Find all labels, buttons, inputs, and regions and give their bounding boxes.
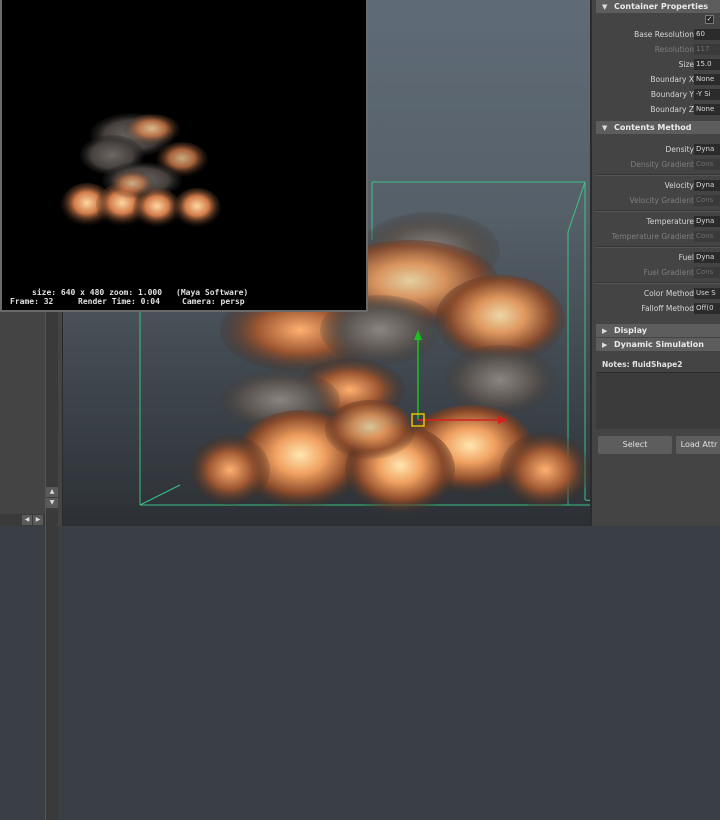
attribute-label: Color Method (643, 289, 694, 298)
attribute-label: Size (678, 60, 694, 69)
vertical-scrollbar[interactable]: ▲ ▼ (45, 312, 58, 820)
row-separator (596, 246, 720, 248)
attribute-row: Boundary Y -Y Si (596, 88, 720, 101)
attribute-field: Cons (694, 231, 720, 242)
scroll-up-icon[interactable]: ▲ (46, 487, 58, 497)
attribute-label: Boundary X (650, 75, 694, 84)
left-panel: ▲ ▼ ◀ ▶ (0, 312, 63, 820)
attribute-field[interactable]: Dyna (694, 252, 720, 263)
attribute-row: Density Dyna (596, 143, 720, 156)
attribute-field: Cons (694, 267, 720, 278)
attribute-row: Boundary Z None (596, 103, 720, 116)
attribute-field[interactable]: Dyna (694, 216, 720, 227)
row-separator (596, 282, 720, 284)
render-time: Render Time: 0:04 (78, 297, 160, 306)
render-info-bar: size: 640 x 480 zoom: 1.000 (Maya Softwa… (2, 286, 368, 310)
notes-label: Notes: fluidShape2 (602, 360, 683, 369)
section-container-properties[interactable]: ▼ Container Properties (596, 0, 720, 13)
attribute-row: Base Resolution 60 (596, 28, 720, 41)
attribute-label: Base Resolution (634, 30, 694, 39)
render-frame: Frame: 32 (10, 297, 54, 306)
render-size-zoom: size: 640 x 480 zoom: 1.000 (32, 288, 163, 297)
load-attributes-button[interactable]: Load Attr (676, 436, 720, 454)
render-camera: Camera: persp (182, 297, 245, 306)
attribute-field[interactable]: Dyna (694, 180, 720, 191)
section-contents-method[interactable]: ▼ Contents Method (596, 121, 720, 134)
attribute-label: Falloff Method (641, 304, 694, 313)
attribute-field[interactable]: None (694, 104, 720, 115)
render-view-window[interactable]: size: 640 x 480 zoom: 1.000 (Maya Softwa… (0, 0, 368, 312)
attribute-row: Velocity Gradient Cons (596, 194, 720, 207)
attribute-field[interactable]: None (694, 74, 720, 85)
attribute-label: Fuel (678, 253, 694, 262)
attribute-field[interactable]: -Y Si (694, 89, 720, 100)
attribute-row: Density Gradient Cons (596, 158, 720, 171)
row-separator (596, 210, 720, 212)
attribute-field: Cons (694, 195, 720, 206)
render-image (61, 113, 221, 228)
attribute-row: Temperature Dyna (596, 215, 720, 228)
attribute-field[interactable]: 60 (694, 29, 720, 40)
attribute-row: Resolution 117 (596, 43, 720, 56)
attribute-label: Fuel Gradient (643, 268, 694, 277)
attribute-field: 117 (694, 44, 720, 55)
attribute-label: Boundary Z (650, 105, 694, 114)
keep-checkbox[interactable]: ✓ (705, 15, 714, 24)
attribute-row: Boundary X None (596, 73, 720, 86)
attribute-field[interactable]: Use S (694, 288, 720, 299)
attribute-label: Density (665, 145, 694, 154)
scroll-down-icon[interactable]: ▼ (46, 498, 58, 508)
row-separator (596, 174, 720, 176)
attribute-row: Fuel Gradient Cons (596, 266, 720, 279)
section-display[interactable]: ▶ Display (596, 324, 720, 337)
attribute-row: Fuel Dyna (596, 251, 720, 264)
expand-arrow-icon: ▶ (602, 327, 608, 335)
attribute-editor: ▼ Container Properties ✓ Base Resolution 6… (590, 0, 720, 526)
attribute-field[interactable]: Off(0 (694, 303, 720, 314)
attribute-row: Temperature Gradient Cons (596, 230, 720, 243)
collapse-arrow-icon: ▼ (602, 124, 608, 132)
horizontal-scrollbar[interactable]: ◀ ▶ (0, 514, 45, 526)
attribute-label: Velocity Gradient (629, 196, 694, 205)
attribute-row: Falloff Method Off(0 (596, 302, 720, 315)
attribute-field[interactable]: 15.0 (694, 59, 720, 70)
expand-arrow-icon: ▶ (602, 341, 608, 349)
attribute-label: Temperature (646, 217, 694, 226)
attribute-field[interactable]: Dyna (694, 144, 720, 155)
collapse-arrow-icon: ▼ (602, 3, 608, 11)
attribute-field: Cons (694, 159, 720, 170)
renderer-name: (Maya Software) (176, 288, 249, 297)
rendered-explosion (61, 113, 221, 228)
select-button[interactable]: Select (598, 436, 672, 454)
notes-textarea[interactable] (596, 372, 720, 429)
attribute-label: Resolution (654, 45, 694, 54)
attribute-label: Boundary Y (650, 90, 694, 99)
attribute-row: Color Method Use S (596, 287, 720, 300)
scroll-right-icon[interactable]: ▶ (33, 515, 43, 525)
attribute-row: Velocity Dyna (596, 179, 720, 192)
attribute-label: Density Gradient (630, 160, 694, 169)
scroll-left-icon[interactable]: ◀ (22, 515, 32, 525)
section-dynamic-simulation[interactable]: ▶ Dynamic Simulation (596, 338, 720, 351)
attribute-row: Size 15.0 (596, 58, 720, 71)
attribute-label: Velocity (664, 181, 694, 190)
attribute-label: Temperature Gradient (611, 232, 694, 241)
